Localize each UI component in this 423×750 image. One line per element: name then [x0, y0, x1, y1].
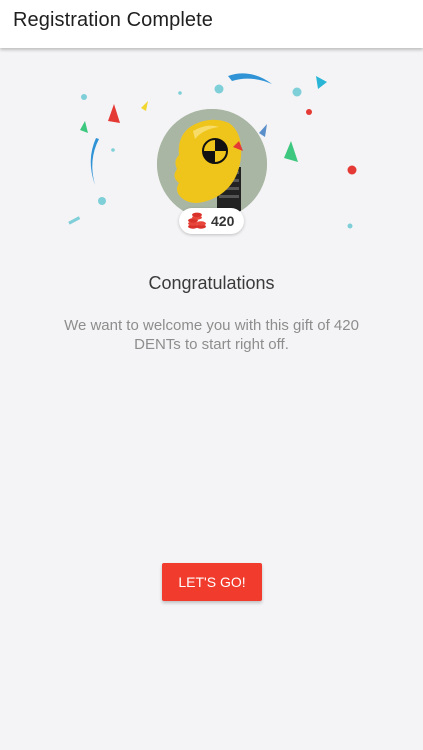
coin-stack-icon: [188, 212, 206, 229]
crash-test-dummy-icon: [157, 109, 267, 219]
congratulations-heading: Congratulations: [148, 273, 275, 293]
avatar: [157, 109, 267, 219]
reward-amount: 420: [211, 213, 235, 229]
reward-badge: 420: [179, 208, 244, 234]
registration-complete-screen: Registration Complete 420 Congratulation…: [0, 0, 423, 750]
welcome-message: We want to welcome you with this gift of…: [64, 317, 359, 353]
page-title: Registration Complete: [13, 9, 213, 31]
app-bar: Registration Complete: [0, 0, 423, 48]
lets-go-button[interactable]: LET'S GO!: [162, 563, 262, 601]
